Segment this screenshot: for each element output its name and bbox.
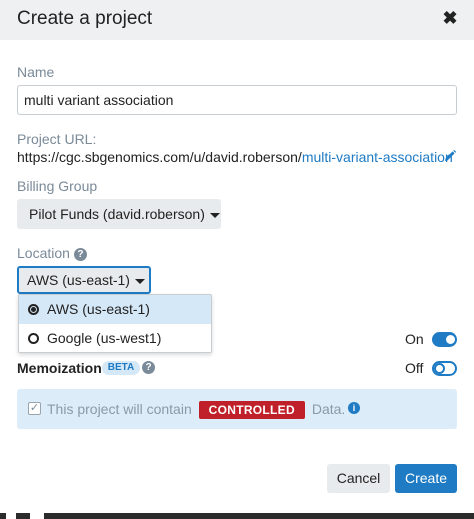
radio-checked-icon: [28, 304, 39, 315]
create-button[interactable]: Create: [395, 464, 457, 493]
caret-down-icon: [134, 278, 145, 284]
location-options-menu: AWS (us-east-1) Google (us-west1): [18, 294, 212, 353]
location-option-label: Google (us-west1): [47, 330, 162, 346]
billing-group-label: Billing Group: [17, 178, 98, 194]
question-icon[interactable]: ?: [142, 361, 155, 374]
background-page-strip: [0, 513, 474, 519]
notice-text-after: Data.: [311, 401, 346, 417]
project-name-input[interactable]: [17, 85, 457, 115]
close-icon[interactable]: ✖: [440, 8, 460, 28]
beta-badge: BETA: [102, 361, 140, 375]
memoization-state: Off: [405, 360, 424, 376]
location-option-label: AWS (us-east-1): [47, 301, 150, 317]
location-label-row: Location?: [17, 245, 87, 261]
project-url: https://cgc.sbgenomics.com/u/david.rober…: [17, 149, 453, 165]
memoization-label: Memoization: [17, 360, 102, 376]
location-dropdown[interactable]: AWS (us-east-1): [17, 266, 151, 294]
billing-group-value: Pilot Funds (david.roberson): [29, 206, 205, 222]
controlled-data-text: This project will contain CONTROLLED Dat…: [47, 401, 346, 420]
memoization-toggle-switch[interactable]: [432, 361, 457, 376]
project-url-slug[interactable]: multi-variant-association: [302, 149, 453, 165]
radio-unchecked-icon: [28, 333, 39, 344]
dialog-title: Create a project: [17, 8, 153, 29]
name-label: Name: [17, 64, 55, 80]
cancel-button[interactable]: Cancel: [327, 464, 390, 493]
question-icon[interactable]: ?: [73, 247, 87, 261]
caret-down-icon: [209, 212, 220, 218]
location-label: Location: [17, 245, 70, 261]
project-url-label: Project URL:: [17, 131, 97, 147]
controlled-data-notice: ✓ This project will contain CONTROLLED D…: [17, 389, 457, 429]
controlled-badge: CONTROLLED: [198, 401, 305, 420]
first-toggle-state: On: [405, 331, 424, 347]
toggle-knob: [434, 363, 445, 374]
dialog-header: Create a project ✖: [0, 0, 474, 40]
location-value: AWS (us-east-1): [27, 272, 130, 288]
pencil-icon[interactable]: [443, 149, 457, 163]
location-option-aws[interactable]: AWS (us-east-1): [19, 295, 211, 324]
project-url-prefix: https://cgc.sbgenomics.com/u/david.rober…: [17, 149, 302, 165]
first-toggle-switch[interactable]: [432, 332, 457, 347]
info-icon[interactable]: i: [348, 402, 360, 414]
billing-group-dropdown[interactable]: Pilot Funds (david.roberson): [17, 199, 221, 229]
create-project-dialog: Create a project ✖ Name Project URL: htt…: [0, 0, 474, 519]
controlled-data-checkbox[interactable]: ✓: [28, 402, 41, 415]
notice-text-before: This project will contain: [47, 401, 192, 417]
location-option-google[interactable]: Google (us-west1): [19, 324, 211, 353]
toggle-knob: [446, 335, 455, 344]
